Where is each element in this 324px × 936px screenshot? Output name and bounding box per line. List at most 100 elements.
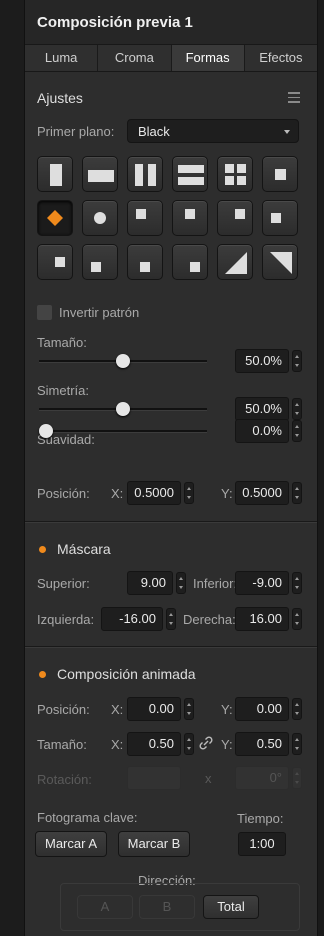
animated-enable-indicator[interactable] bbox=[39, 671, 46, 678]
section-divider bbox=[25, 521, 317, 523]
four-box-icon bbox=[225, 164, 246, 185]
position-y-stepper[interactable] bbox=[292, 482, 302, 504]
position-label: Posición: bbox=[37, 486, 90, 501]
tab-luma[interactable]: Luma bbox=[25, 45, 99, 71]
rotation-x-label: x bbox=[205, 771, 212, 786]
wipe-pattern-diagonal-left-button[interactable] bbox=[217, 244, 253, 280]
wipe-pattern-top-right-box-button[interactable] bbox=[217, 200, 253, 236]
mask-top-stepper[interactable] bbox=[176, 572, 186, 594]
horizontal-barn-door-icon bbox=[178, 165, 204, 185]
bottom-left-box-icon bbox=[91, 262, 101, 272]
keyframe-label: Fotograma clave: bbox=[37, 810, 138, 825]
menu-icon[interactable] bbox=[288, 92, 300, 103]
size-stepper[interactable] bbox=[292, 350, 302, 372]
box-center-icon bbox=[275, 169, 286, 180]
wipe-pattern-vertical-barn-door-button[interactable] bbox=[127, 156, 163, 192]
size-value-field[interactable]: 50.0% bbox=[235, 349, 289, 373]
symmetry-value-field[interactable]: 50.0% bbox=[235, 397, 289, 421]
animated-size-y-label: Y: bbox=[221, 737, 233, 752]
size-label: Tamaño: bbox=[37, 335, 87, 350]
tab-formas[interactable]: Formas bbox=[171, 45, 245, 71]
invert-pattern-label: Invertir patrón bbox=[59, 305, 140, 320]
tab-efectos[interactable]: Efectos bbox=[244, 45, 317, 71]
symmetry-stepper[interactable] bbox=[292, 398, 302, 420]
section-divider bbox=[25, 646, 317, 648]
mask-left-field[interactable]: -16.00 bbox=[101, 607, 163, 631]
softness-slider[interactable] bbox=[39, 430, 207, 433]
wipe-pattern-box-center-button[interactable] bbox=[262, 156, 298, 192]
mask-bottom-stepper[interactable] bbox=[292, 572, 302, 594]
mask-right-stepper[interactable] bbox=[292, 608, 302, 630]
symmetry-label: Simetría: bbox=[37, 383, 90, 398]
circle-icon bbox=[94, 212, 106, 224]
composition-panel: Composición previa 1 Luma Croma Formas E… bbox=[24, 0, 318, 936]
softness-slider-knob[interactable] bbox=[39, 424, 53, 438]
left-middle-box-icon bbox=[271, 213, 281, 223]
mask-right-field[interactable]: 16.00 bbox=[235, 607, 289, 631]
animated-position-x-stepper[interactable] bbox=[184, 698, 194, 720]
symmetry-slider-knob[interactable] bbox=[116, 402, 130, 416]
wipe-pattern-bottom-center-box-button[interactable] bbox=[127, 244, 163, 280]
wipe-pattern-vertical-bar-button[interactable] bbox=[37, 156, 73, 192]
wipe-pattern-right-middle-box-button[interactable] bbox=[37, 244, 73, 280]
animated-heading: Composición animada bbox=[57, 666, 196, 682]
wipe-pattern-horizontal-bar-button[interactable] bbox=[82, 156, 118, 192]
invert-pattern-checkbox[interactable] bbox=[37, 305, 52, 320]
tab-croma[interactable]: Croma bbox=[98, 45, 172, 71]
wipe-pattern-diagonal-right-button[interactable] bbox=[262, 244, 298, 280]
animated-size-x-stepper[interactable] bbox=[184, 733, 194, 755]
mask-top-label: Superior: bbox=[37, 576, 90, 591]
animated-position-y-stepper[interactable] bbox=[292, 698, 302, 720]
animated-position-y-label: Y: bbox=[221, 702, 233, 717]
direction-total-button[interactable]: Total bbox=[203, 895, 259, 919]
wipe-pattern-top-left-box-button[interactable] bbox=[127, 200, 163, 236]
rotation-stepper bbox=[292, 767, 302, 789]
wipe-pattern-diamond-button[interactable] bbox=[37, 200, 73, 236]
mask-left-stepper[interactable] bbox=[166, 608, 176, 630]
mask-bottom-field[interactable]: -9.00 bbox=[235, 571, 289, 595]
position-y-field[interactable]: 0.5000 bbox=[235, 481, 289, 505]
mask-right-label: Derecha: bbox=[183, 612, 236, 627]
size-slider-knob[interactable] bbox=[116, 354, 130, 368]
animated-size-y-stepper[interactable] bbox=[292, 733, 302, 755]
vertical-bar-icon bbox=[50, 164, 62, 186]
foreground-dropdown[interactable]: Black bbox=[127, 119, 299, 143]
mark-a-button[interactable]: Marcar A bbox=[35, 831, 107, 857]
foreground-value: Black bbox=[138, 124, 170, 139]
bottom-center-box-icon bbox=[140, 262, 150, 272]
mark-b-button[interactable]: Marcar B bbox=[118, 831, 190, 857]
link-icon[interactable] bbox=[199, 736, 213, 750]
position-x-stepper[interactable] bbox=[184, 482, 194, 504]
bottom-right-box-icon bbox=[190, 262, 200, 272]
rotation-angle-field: 0° bbox=[235, 766, 289, 790]
direction-a-button[interactable]: A bbox=[77, 895, 133, 919]
direction-b-button[interactable]: B bbox=[139, 895, 195, 919]
position-x-field[interactable]: 0.5000 bbox=[127, 481, 181, 505]
vertical-barn-door-icon bbox=[135, 164, 156, 186]
animated-position-y-field[interactable]: 0.00 bbox=[235, 697, 289, 721]
wipe-pattern-horizontal-barn-door-button[interactable] bbox=[172, 156, 208, 192]
wipe-pattern-circle-button[interactable] bbox=[82, 200, 118, 236]
right-middle-box-icon bbox=[55, 257, 65, 267]
wipe-pattern-bottom-left-box-button[interactable] bbox=[82, 244, 118, 280]
mask-enable-indicator[interactable] bbox=[39, 546, 46, 553]
animated-position-x-label: X: bbox=[111, 702, 124, 717]
top-left-box-icon bbox=[136, 209, 146, 219]
wipe-pattern-four-box-button[interactable] bbox=[217, 156, 253, 192]
softness-value-field[interactable]: 0.0% bbox=[235, 419, 289, 443]
top-right-box-icon bbox=[235, 209, 245, 219]
animated-size-x-label: X: bbox=[111, 737, 124, 752]
softness-stepper[interactable] bbox=[292, 420, 302, 442]
rotation-label: Rotación: bbox=[37, 772, 92, 787]
time-field[interactable]: 1:00 bbox=[238, 832, 286, 856]
diagonal-left-icon bbox=[225, 252, 247, 274]
animated-size-y-field[interactable]: 0.50 bbox=[235, 732, 289, 756]
animated-size-x-field[interactable]: 0.50 bbox=[127, 732, 181, 756]
mask-top-field[interactable]: 9.00 bbox=[127, 571, 173, 595]
wipe-pattern-bottom-right-box-button[interactable] bbox=[172, 244, 208, 280]
wipe-pattern-top-center-box-button[interactable] bbox=[172, 200, 208, 236]
mask-heading: Máscara bbox=[57, 541, 111, 557]
wipe-pattern-left-middle-box-button[interactable] bbox=[262, 200, 298, 236]
animated-position-x-field[interactable]: 0.00 bbox=[127, 697, 181, 721]
animated-size-label: Tamaño: bbox=[37, 737, 87, 752]
